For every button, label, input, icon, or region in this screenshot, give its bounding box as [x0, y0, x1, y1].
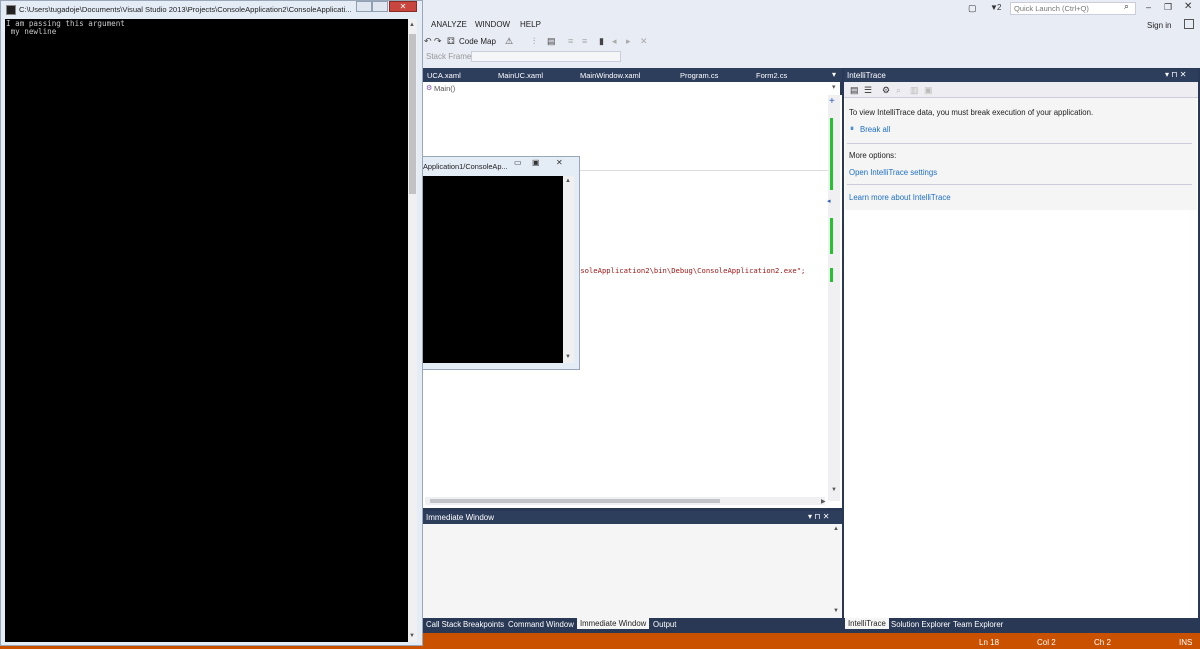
tab-overflow-icon[interactable]: ▾	[832, 70, 836, 79]
exception-icon[interactable]: ⚠	[505, 36, 513, 47]
secondary-console-output[interactable]	[423, 176, 563, 363]
prev-bookmark-icon[interactable]: ◂	[612, 36, 617, 47]
tab-intellitrace[interactable]: IntelliTrace	[845, 618, 889, 629]
break-all-link[interactable]: Break all	[860, 125, 890, 134]
stack-icon[interactable]: ▤	[547, 36, 556, 47]
pane-buttons[interactable]: ▾ ⊓ ✕	[808, 512, 829, 521]
search-icon[interactable]: ⌕	[896, 85, 901, 96]
sign-in-link[interactable]: Sign in	[1147, 21, 1171, 30]
open-icon[interactable]: ▥	[910, 85, 919, 96]
code-map-icon[interactable]: ⚃	[447, 36, 455, 47]
tab-uca-xaml[interactable]: UCA.xaml	[427, 71, 461, 80]
method-dropdown[interactable]: Main()	[434, 84, 455, 93]
close-icon[interactable]: ✕	[556, 158, 563, 167]
tab-solution-explorer[interactable]: Solution Explorer	[891, 620, 950, 629]
code-map-button[interactable]: Code Map	[459, 37, 496, 46]
more-options-label: More options:	[849, 151, 897, 160]
chevron-down-icon[interactable]: ▾	[832, 83, 836, 91]
restore-window-icon[interactable]: ❐	[1164, 2, 1172, 13]
tab-command-window[interactable]: Command Window	[508, 620, 574, 629]
scroll-up-icon[interactable]: ▲	[833, 526, 839, 532]
code-divider	[576, 170, 828, 171]
maximize-icon[interactable]: ▣	[532, 158, 540, 167]
status-char: Ch 2	[1094, 638, 1111, 647]
divider	[847, 143, 1192, 144]
learn-more-link[interactable]: Learn more about IntelliTrace	[849, 193, 951, 202]
thread-icon[interactable]: ⫶	[533, 36, 535, 47]
menu-help[interactable]: HELP	[520, 20, 541, 29]
stack-frame-dropdown[interactable]	[471, 51, 621, 62]
redo-icon[interactable]: ↷	[434, 36, 442, 47]
bookmark-icon[interactable]: ▮	[599, 36, 604, 47]
scroll-down-icon[interactable]: ▼	[831, 487, 837, 493]
console-app-icon[interactable]	[6, 5, 16, 15]
scroll-up-icon[interactable]: ▲	[565, 178, 571, 184]
scroll-down-icon[interactable]: ▼	[565, 354, 571, 360]
undo-icon[interactable]: ↶	[424, 36, 432, 47]
uncomment-icon[interactable]: ≡	[582, 36, 587, 46]
status-column: Col 2	[1037, 638, 1056, 647]
tab-mainuc-xaml[interactable]: MainUC.xaml	[498, 71, 543, 80]
minimize-button[interactable]	[356, 1, 372, 12]
intellitrace-title: IntelliTrace	[847, 71, 886, 80]
secondary-console-title: Application1/ConsoleAp...	[423, 162, 508, 171]
stack-frame-label: Stack Frame:	[426, 52, 474, 61]
change-marker	[830, 218, 833, 254]
menu-analyze[interactable]: ANALYZE	[431, 20, 467, 29]
events-view-icon[interactable]: ▤	[850, 85, 859, 96]
feedback-icon[interactable]: ▢	[968, 3, 977, 14]
tab-program-cs[interactable]: Program.cs	[680, 71, 718, 80]
tab-immediate-window[interactable]: Immediate Window	[577, 618, 650, 629]
save-icon[interactable]: ▣	[924, 85, 933, 96]
tab-team-explorer[interactable]: Team Explorer	[953, 620, 1003, 629]
maximize-button[interactable]	[372, 1, 388, 12]
console-line: my newline	[6, 27, 57, 36]
gear-icon[interactable]: ⚙	[882, 85, 890, 96]
method-icon: ⚙	[426, 85, 433, 92]
navigation-bar	[420, 82, 840, 96]
immediate-window-body[interactable]	[420, 524, 842, 618]
console-output[interactable]	[5, 19, 408, 642]
scroll-down-icon[interactable]: ▼	[409, 633, 415, 639]
tab-output[interactable]: Output	[653, 620, 676, 629]
pane-buttons[interactable]: ▾ ⊓ ✕	[1165, 70, 1186, 79]
change-marker	[830, 118, 833, 190]
console-title: C:\Users\tugadoje\Documents\Visual Studi…	[19, 5, 352, 14]
status-line: Ln 18	[979, 638, 1000, 647]
split-icon[interactable]: +	[829, 96, 835, 107]
calls-view-icon[interactable]: ☰	[864, 85, 872, 96]
tab-call-stack[interactable]: Call Stack	[426, 620, 461, 629]
scroll-up-icon[interactable]: ▲	[409, 22, 415, 28]
tab-breakpoints[interactable]: Breakpoints	[463, 620, 504, 629]
minimize-icon[interactable]: ▭	[514, 158, 522, 167]
next-bookmark-icon[interactable]: ▸	[626, 36, 631, 47]
search-icon[interactable]: ⌕	[1124, 1, 1129, 12]
scroll-down-icon[interactable]: ▼	[833, 608, 839, 614]
intellitrace-message: To view IntelliTrace data, you must brea…	[849, 108, 1094, 117]
close-button[interactable]: ✕	[389, 1, 417, 12]
comment-icon[interactable]: ≡	[568, 36, 573, 46]
minimize-window-icon[interactable]: ‒	[1146, 2, 1151, 12]
scrollbar-thumb[interactable]	[409, 34, 416, 194]
change-marker	[830, 268, 833, 282]
menu-window[interactable]: WINDOW	[475, 20, 510, 29]
notifications-count: 2	[997, 3, 1002, 12]
code-string-literal: nsoleApplication2\bin\Debug\ConsoleAppli…	[576, 266, 806, 275]
intellitrace-header	[844, 69, 1198, 82]
close-window-icon[interactable]: ✕	[1184, 1, 1192, 12]
scrollbar-thumb[interactable]	[430, 499, 720, 503]
quick-launch-input[interactable]: Quick Launch (Ctrl+Q)	[1010, 2, 1136, 15]
scroll-position-marker: ◂	[827, 198, 831, 205]
pause-icon[interactable]: ⏸	[850, 124, 854, 134]
clear-bookmark-icon[interactable]: ✕	[640, 36, 648, 47]
immediate-window-title: Immediate Window	[426, 513, 495, 522]
account-icon[interactable]	[1184, 19, 1194, 29]
status-insert-mode: INS	[1179, 638, 1193, 647]
scroll-right-icon[interactable]: ▶	[821, 498, 826, 505]
open-settings-link[interactable]: Open IntelliTrace settings	[849, 168, 937, 177]
divider	[847, 184, 1192, 185]
secondary-console-scrollbar[interactable]	[563, 176, 574, 363]
tab-mainwindow-xaml[interactable]: MainWindow.xaml	[580, 71, 640, 80]
tab-form2-cs[interactable]: Form2.cs	[756, 71, 787, 80]
